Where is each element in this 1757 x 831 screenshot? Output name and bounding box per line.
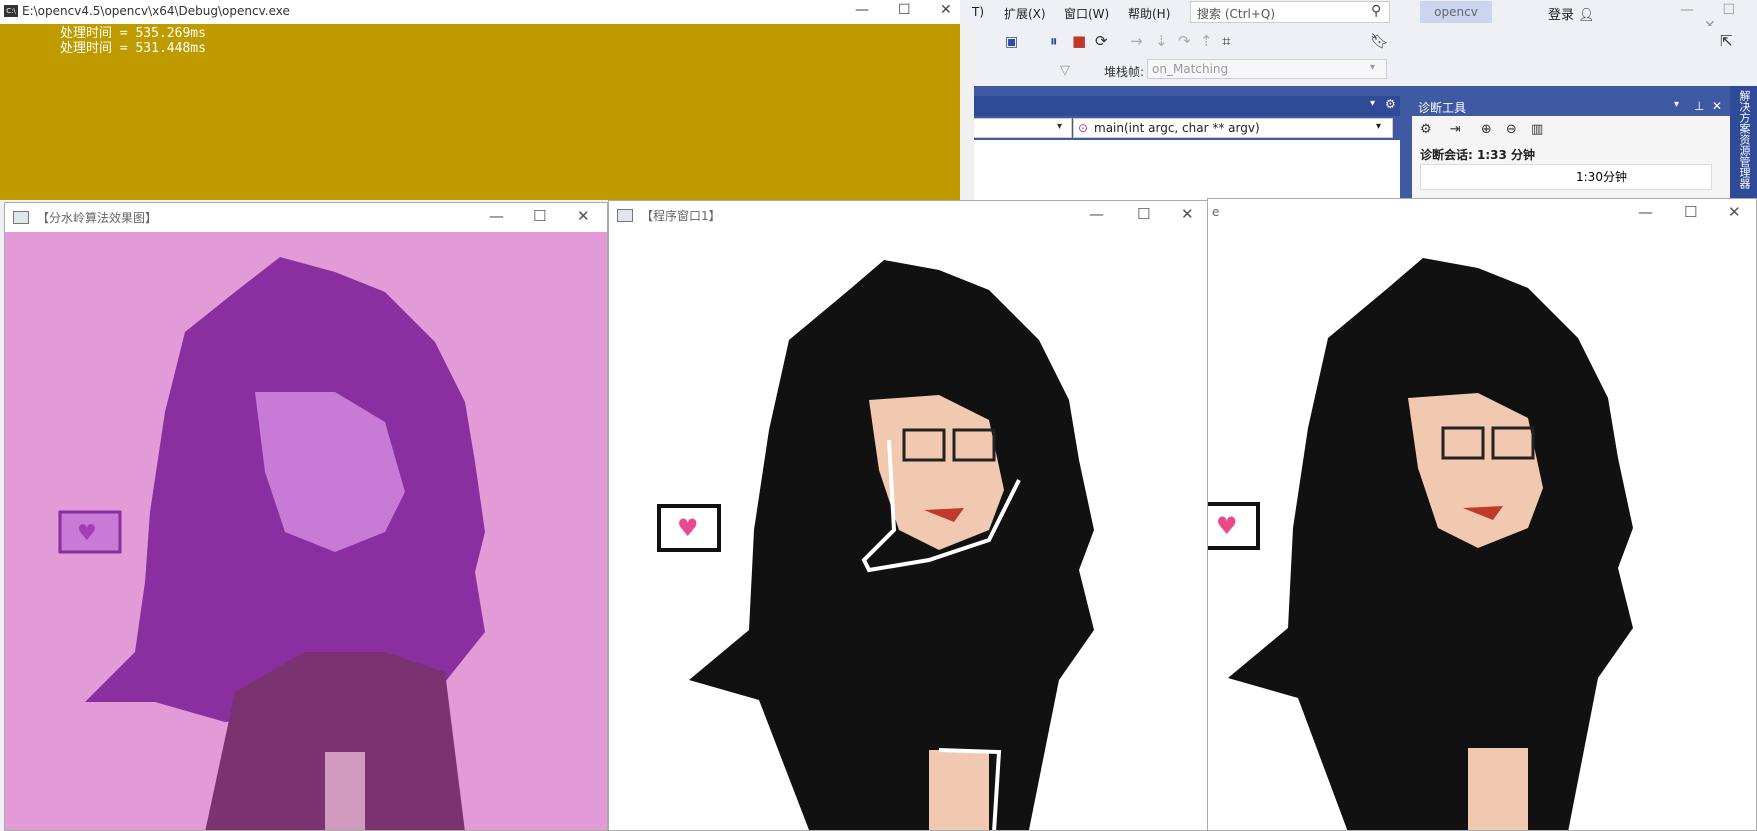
diag-toolbar: ⚙ ⇥ ⊕ ⊖ ▥	[1420, 122, 1543, 137]
window-app-icon	[617, 209, 633, 222]
svg-text:♥: ♥	[77, 521, 97, 546]
window-titlebar[interactable]: e — ☐ ✕	[1208, 199, 1756, 228]
menu-extensions[interactable]: 扩展(X)	[1004, 5, 1046, 22]
marked-figure: ♥	[657, 260, 1094, 830]
process-icon[interactable]: ▣	[1005, 34, 1018, 50]
signin-button[interactable]: 登录 👤︎	[1548, 4, 1595, 23]
editor-tab-strip: ▾ ⚙	[960, 96, 1400, 116]
window-title: 【分水岭算法效果图】	[37, 211, 158, 225]
chevron-down-icon[interactable]: ▾	[1674, 99, 1679, 110]
diag-timeline[interactable]: 1:30分钟	[1420, 164, 1712, 190]
watershed-figure: ♥	[58, 257, 485, 830]
stackframe-label: 堆栈帧:	[1104, 65, 1145, 79]
svg-text:♥: ♥	[677, 514, 699, 542]
close-icon[interactable]: ✕	[1712, 99, 1722, 113]
watershed-result-window[interactable]: 【分水岭算法效果图】 — ☐ ✕ ♥	[4, 202, 608, 831]
side-tab-label: 解决方案资源管理器	[1738, 90, 1751, 189]
signin-label: 登录	[1548, 8, 1575, 23]
maximize-button[interactable]: ☐	[533, 207, 546, 225]
project-name-badge: opencv	[1420, 1, 1492, 23]
chart-icon[interactable]: ▥	[1531, 122, 1543, 137]
tab-dropdown-icon[interactable]: ▾	[1370, 98, 1375, 109]
bookmark-icon[interactable]: 🔖︎	[1370, 32, 1389, 50]
stackframe-combo[interactable]: on_Matching ▾	[1147, 59, 1387, 79]
vs-minimize-button[interactable]: —	[1680, 2, 1694, 18]
live-share-icon[interactable]: ⇱	[1720, 32, 1733, 50]
maximize-button[interactable]: ☐	[898, 2, 911, 18]
search-icon: ⚲	[1371, 3, 1382, 19]
stackframe-bar: ▽ 堆栈帧: on_Matching ▾	[960, 58, 1757, 84]
original-image-window[interactable]: e — ☐ ✕ ♥	[1207, 198, 1757, 831]
minimize-button[interactable]: —	[1089, 205, 1104, 223]
maximize-button[interactable]: ☐	[1137, 205, 1150, 223]
user-icon: 👤︎	[1578, 8, 1595, 23]
original-image: ♥	[1208, 228, 1756, 830]
window-title: e	[1212, 205, 1220, 219]
minimize-button[interactable]: —	[855, 2, 869, 18]
step-into-icon[interactable]: ⇣	[1155, 32, 1168, 50]
settings-icon[interactable]: ⚙	[1385, 97, 1396, 111]
code-editor[interactable]	[960, 140, 1400, 200]
stackframe-value: on_Matching	[1152, 62, 1229, 76]
program-window-1[interactable]: 【程序窗口1】 — ☐ ✕ ♥	[608, 200, 1211, 831]
diagnostic-tools-title: 诊断工具	[1418, 101, 1467, 115]
debug-toolbar: ▣ ⏸ ■ ⟳ → ⇣ ↷ ⇡ ⌗ 🔖︎ ⇱	[960, 26, 1757, 60]
diag-session-label: 诊断会话: 1:33 分钟	[1420, 148, 1536, 162]
maximize-button[interactable]: ☐	[1684, 203, 1697, 221]
chevron-down-icon: ▾	[1376, 121, 1382, 132]
chevron-down-icon: ▾	[1370, 62, 1376, 73]
diag-timeline-label: 1:30分钟	[1576, 170, 1627, 184]
console-line: 处理时间 = 531.448ms	[60, 41, 206, 56]
show-next-statement-icon[interactable]: →	[1130, 32, 1143, 50]
console-titlebar[interactable]: C:\ E:\opencv4.5\opencv\x64\Debug\opencv…	[0, 0, 960, 24]
hex-display-icon[interactable]: ⌗	[1222, 32, 1230, 50]
minimize-button[interactable]: —	[489, 207, 504, 225]
menu-tools[interactable]: T)	[972, 5, 984, 19]
pin-icon[interactable]: ⊥	[1694, 99, 1704, 113]
zoom-in-icon[interactable]: ⊕	[1481, 122, 1492, 137]
console-scrollbar[interactable]	[960, 24, 974, 200]
close-button[interactable]: ✕	[1181, 205, 1194, 223]
stop-icon[interactable]: ■	[1072, 32, 1086, 50]
console-line: 处理时间 = 535.269ms	[60, 26, 206, 41]
function-combo-label: main(int argc, char ** argv)	[1094, 121, 1260, 135]
menu-help[interactable]: 帮助(H)	[1128, 5, 1170, 22]
svg-text:♥: ♥	[1216, 512, 1238, 540]
filter-icon[interactable]: ▽	[1060, 63, 1070, 78]
console-app-icon: C:\	[4, 5, 18, 17]
search-input[interactable]: 搜索 (Ctrl+Q) ⚲	[1190, 1, 1390, 23]
diagnostic-tools-header: 诊断工具 ▾ ⊥ ✕	[1412, 96, 1757, 116]
console-title: E:\opencv4.5\opencv\x64\Debug\opencv.exe	[22, 4, 290, 18]
minimize-button[interactable]: —	[1638, 203, 1653, 221]
scope-combo[interactable]: ▾	[960, 118, 1072, 138]
gear-icon[interactable]: ⚙	[1420, 122, 1432, 137]
menu-window[interactable]: 窗口(W)	[1064, 5, 1109, 22]
restart-icon[interactable]: ⟳	[1095, 32, 1108, 50]
close-button[interactable]: ✕	[940, 2, 952, 18]
function-icon: ⊙	[1078, 121, 1089, 135]
chevron-down-icon: ▾	[1057, 121, 1063, 132]
console-output: 处理时间 = 535.269ms 处理时间 = 531.448ms	[60, 26, 206, 56]
function-combo[interactable]: ⊙ main(int argc, char ** argv) ▾	[1073, 118, 1393, 138]
pause-icon[interactable]: ⏸	[1050, 32, 1058, 50]
window-title: 【程序窗口1】	[641, 209, 721, 223]
search-placeholder: 搜索 (Ctrl+Q)	[1197, 7, 1276, 21]
window-titlebar[interactable]: 【分水岭算法效果图】 — ☐ ✕	[5, 203, 607, 232]
export-icon[interactable]: ⇥	[1450, 122, 1461, 137]
watershed-image: ♥	[5, 232, 607, 830]
window-app-icon	[13, 211, 29, 224]
original-figure: ♥	[1208, 258, 1633, 830]
zoom-out-icon[interactable]: ⊖	[1506, 122, 1517, 137]
close-button[interactable]: ✕	[1728, 203, 1741, 221]
step-over-icon[interactable]: ↷	[1178, 32, 1191, 50]
close-button[interactable]: ✕	[577, 207, 590, 225]
window-titlebar[interactable]: 【程序窗口1】 — ☐ ✕	[609, 201, 1210, 230]
step-out-icon[interactable]: ⇡	[1200, 32, 1213, 50]
vs-maximize-button[interactable]: ☐	[1722, 2, 1735, 18]
marked-image[interactable]: ♥	[609, 230, 1210, 830]
